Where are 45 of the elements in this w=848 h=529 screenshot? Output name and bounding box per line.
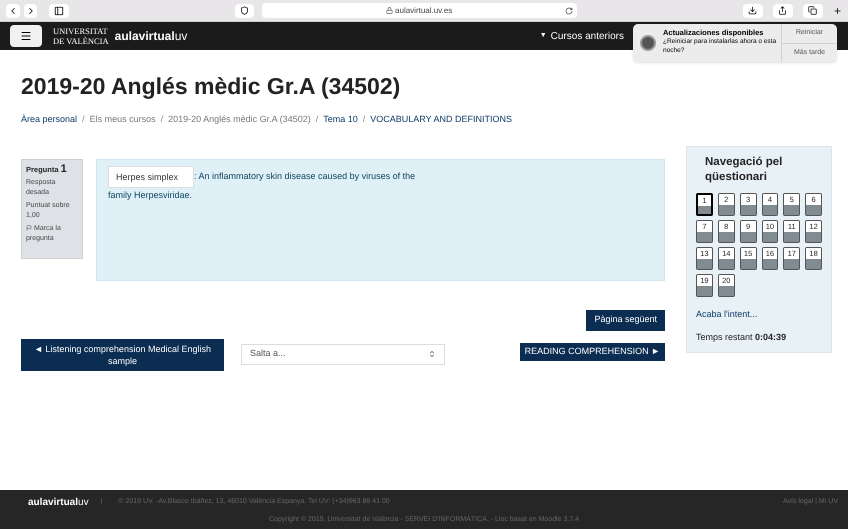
shield-button[interactable]	[235, 4, 254, 18]
shield-icon	[240, 6, 250, 15]
reload-icon[interactable]	[564, 6, 573, 14]
breadcrumb-link[interactable]: Àrea personal	[21, 113, 78, 126]
logo: aulavirtualuv	[114, 28, 188, 45]
share-icon	[778, 6, 788, 15]
sidebar-icon	[54, 6, 64, 16]
page-title: 2019-20 Anglés mèdic Gr.A (34502)	[21, 72, 402, 100]
breadcrumb-separator: /	[160, 113, 164, 126]
forward-button[interactable]	[24, 4, 38, 18]
breadcrumb-link[interactable]: VOCABULARY AND DEFINITIONS	[370, 113, 512, 126]
next-page-button[interactable]: Pàgina següent	[586, 310, 665, 330]
tabs-icon	[808, 6, 818, 15]
sidebar-button[interactable]	[49, 4, 70, 18]
back-button[interactable]	[6, 4, 20, 18]
breadcrumb-separator: /	[316, 113, 318, 126]
question-text: family Herpesviridae.	[108, 188, 194, 202]
logo: aulavirtualuv	[28, 496, 89, 510]
breadcrumb-item: Els meus cursos	[90, 113, 156, 126]
jump-select[interactable]: Salta a...	[241, 344, 445, 364]
time-remaining: Temps restant 0:04:39	[696, 331, 788, 344]
breadcrumb-link[interactable]: Tema 10	[323, 113, 358, 126]
menu-button[interactable]	[10, 25, 42, 47]
flag-icon	[26, 224, 32, 231]
panel-title: Navegació pel qüestionari	[704, 154, 784, 184]
answer-field[interactable]: Herpes simplex	[108, 166, 194, 188]
finish-attempt-link[interactable]: Acaba l'intent...	[696, 308, 822, 321]
next-activity-button[interactable]: READING COMPREHENSION ►	[520, 342, 665, 360]
new-tab-icon[interactable]	[832, 6, 842, 16]
university-name: UNIVERSITAT	[53, 26, 109, 36]
university-name: DE VALÈNCIA	[53, 36, 109, 46]
breadcrumb-separator: /	[362, 113, 366, 126]
address-bar[interactable]: aulavirtual.uv.es	[262, 3, 577, 18]
menu-icon	[20, 30, 32, 42]
tabs-button[interactable]	[802, 4, 823, 18]
previous-activity-button[interactable]: ◄ Listening comprehension Medical English sample	[21, 338, 224, 370]
download-button[interactable]	[742, 4, 763, 18]
breadcrumb-item: 2019-20 Anglés mèdic Gr.A (34502)	[168, 113, 311, 126]
url-text: aulavirtual.uv.es	[395, 4, 452, 16]
question-text: : An inflammatory skin disease caused by viruses of the	[194, 170, 416, 183]
download-icon	[748, 6, 758, 15]
select-arrows-icon	[428, 350, 436, 358]
lock-icon	[386, 7, 394, 14]
share-button[interactable]	[772, 4, 793, 18]
breadcrumb-separator: /	[82, 113, 85, 126]
